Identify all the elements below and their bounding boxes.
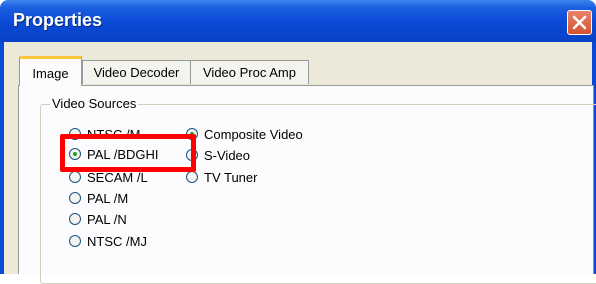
radio-label: PAL /M — [87, 191, 129, 206]
title-bar[interactable]: Properties — [0, 0, 596, 42]
window-title: Properties — [13, 10, 103, 30]
groupbox-label: Video Sources — [50, 96, 139, 111]
tab-video-proc-amp[interactable]: Video Proc Amp — [190, 60, 309, 84]
radio-composite-video[interactable]: Composite Video — [186, 126, 326, 144]
radio-circle — [69, 171, 81, 183]
close-button[interactable] — [567, 10, 592, 35]
radio-ntsc-mj[interactable]: NTSC /MJ — [69, 233, 169, 251]
radio-label: PAL /N — [87, 212, 127, 227]
radio-label: NTSC /MJ — [87, 234, 147, 249]
properties-window: Properties Video Decoder Video Proc Amp … — [0, 0, 596, 284]
radio-tv-tuner[interactable]: TV Tuner — [186, 169, 286, 187]
radio-circle — [69, 192, 81, 204]
radio-label: Composite Video — [204, 127, 303, 142]
radio-pal-n[interactable]: PAL /N — [69, 211, 169, 229]
tab-image[interactable]: Image — [19, 56, 82, 86]
radio-label: TV Tuner — [204, 170, 258, 185]
radio-circle — [69, 235, 81, 247]
close-icon — [572, 15, 587, 30]
highlight-box — [60, 134, 196, 172]
radio-label: S-Video — [204, 148, 251, 163]
tab-video-decoder[interactable]: Video Decoder — [82, 60, 191, 84]
radio-circle — [69, 213, 81, 225]
radio-s-video[interactable]: S-Video — [186, 147, 286, 165]
radio-circle — [186, 171, 198, 183]
radio-pal-m[interactable]: PAL /M — [69, 190, 169, 208]
